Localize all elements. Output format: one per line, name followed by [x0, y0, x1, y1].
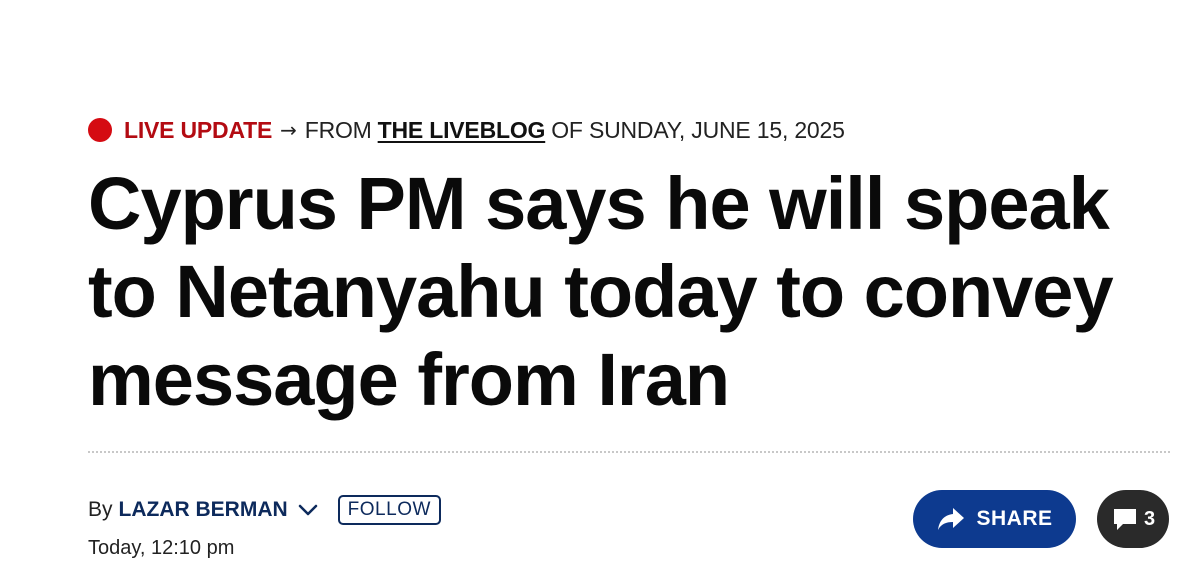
live-update-kicker: LIVE UPDATE → FROM THE LIVEBLOG OF SUNDA…: [88, 114, 845, 146]
liveblog-date-text: OF SUNDAY, JUNE 15, 2025: [551, 116, 845, 143]
liveblog-link[interactable]: THE LIVEBLOG: [378, 117, 546, 144]
headline: Cyprus PM says he will speak to Netanyah…: [88, 162, 1114, 421]
share-button[interactable]: SHARE: [913, 490, 1076, 548]
arrow-right-icon: →: [280, 118, 297, 142]
chevron-down-icon[interactable]: [298, 504, 318, 516]
comments-button[interactable]: 3: [1097, 490, 1169, 548]
share-arrow-icon: [936, 506, 966, 532]
author-link[interactable]: LAZAR BERMAN: [119, 498, 288, 522]
follow-button[interactable]: FOLLOW: [337, 495, 441, 525]
comment-bubble-icon: [1111, 506, 1139, 532]
from-text: FROM: [304, 116, 372, 143]
by-text: By: [88, 498, 113, 521]
live-update-label: LIVE UPDATE: [124, 116, 273, 143]
dotted-divider: [88, 451, 1170, 453]
live-dot-icon: [88, 118, 112, 142]
publish-timestamp: Today, 12:10 pm: [88, 537, 235, 559]
comment-count: 3: [1143, 507, 1156, 530]
share-label: SHARE: [976, 507, 1053, 530]
byline: By LAZAR BERMAN FOLLOW: [88, 494, 441, 526]
